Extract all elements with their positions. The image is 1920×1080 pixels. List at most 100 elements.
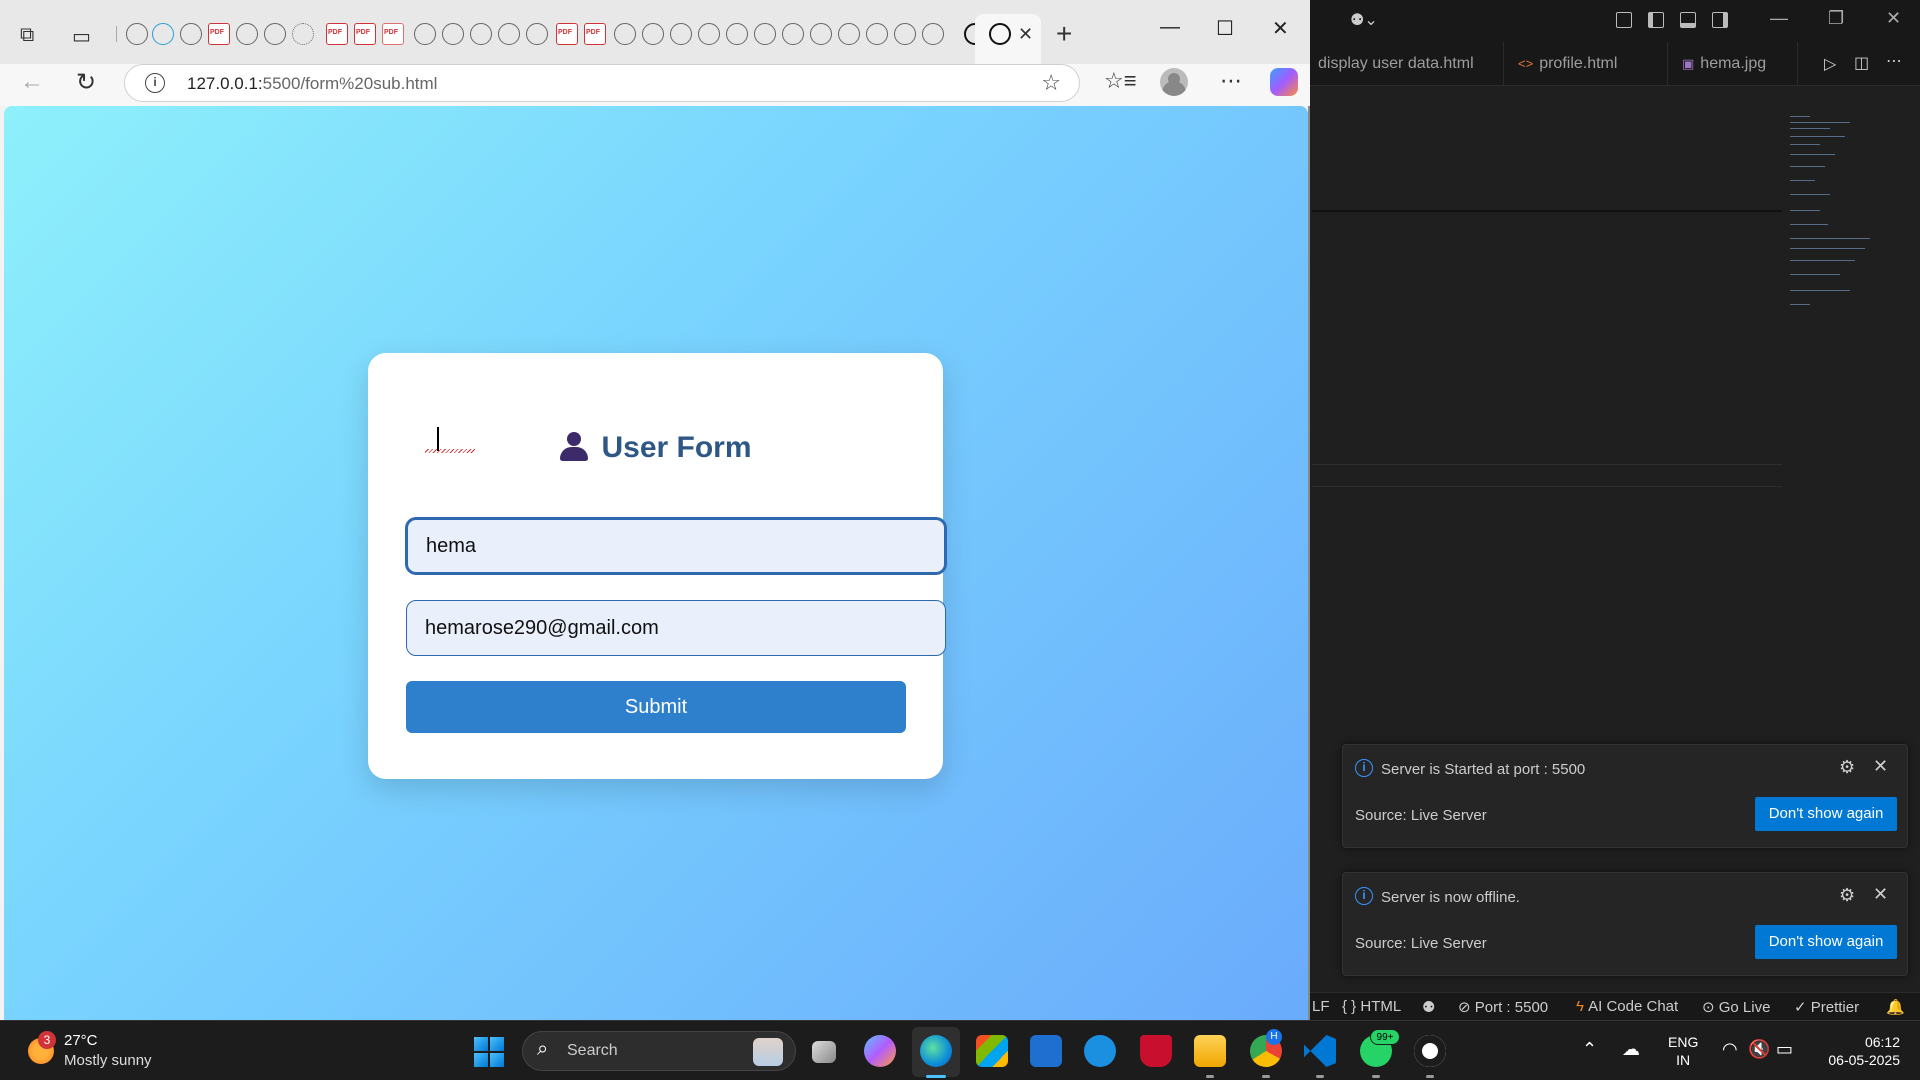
vscode-icon[interactable]: [1304, 1035, 1336, 1067]
taskbar: 3 27°C Mostly sunny ⌕ Search H 99+ ⌃ ☁ E…: [0, 1020, 1920, 1080]
github-icon[interactable]: [1414, 1035, 1446, 1067]
globe-icon[interactable]: [838, 23, 860, 45]
globe-icon[interactable]: [526, 23, 548, 45]
help-icon[interactable]: [1084, 1035, 1116, 1067]
pdf-icon[interactable]: [326, 23, 348, 45]
globe-icon[interactable]: [126, 23, 148, 45]
language-indicator[interactable]: ENG IN: [1668, 1033, 1698, 1069]
tab-display-user-data[interactable]: display user data.html: [1304, 42, 1504, 86]
clock[interactable]: 06:12 06-05-2025: [1816, 1033, 1900, 1069]
close-window-icon[interactable]: ✕: [1272, 16, 1289, 41]
email-input[interactable]: [406, 600, 946, 656]
pdf-icon[interactable]: [584, 23, 606, 45]
ai-code-chat[interactable]: ϟ AI Code Chat: [1576, 998, 1678, 1015]
speaker-muted-icon[interactable]: 🔇: [1748, 1039, 1770, 1060]
prettier-status[interactable]: ✓ Prettier: [1794, 998, 1859, 1016]
favorite-star-icon[interactable]: ☆: [1041, 70, 1061, 96]
pdf-icon[interactable]: [354, 23, 376, 45]
globe-icon[interactable]: [754, 23, 776, 45]
settings-tab-icon[interactable]: [292, 23, 314, 45]
vscode-minimize-icon[interactable]: —: [1770, 8, 1788, 29]
customize-layout-icon[interactable]: [1616, 12, 1632, 28]
globe-icon[interactable]: [782, 23, 804, 45]
globe-icon[interactable]: [442, 23, 464, 45]
line-ending[interactable]: LF: [1312, 998, 1330, 1015]
close-icon[interactable]: ✕: [1873, 884, 1888, 905]
weather-condition[interactable]: Mostly sunny: [64, 1052, 152, 1069]
minimize-icon[interactable]: —: [1160, 16, 1180, 39]
globe-icon[interactable]: [726, 23, 748, 45]
vscode-close-icon[interactable]: ✕: [1886, 8, 1901, 29]
maximize-icon[interactable]: ☐: [1216, 16, 1234, 41]
copilot-icon[interactable]: ⚉⌄: [1350, 10, 1378, 30]
globe-icon[interactable]: [642, 23, 664, 45]
gear-icon[interactable]: ⚙: [1839, 757, 1855, 778]
globe-icon[interactable]: [614, 23, 636, 45]
onedrive-cloud-icon[interactable]: ☁: [1622, 1039, 1640, 1060]
microsoft-store-icon[interactable]: [976, 1035, 1008, 1067]
globe-icon[interactable]: [236, 23, 258, 45]
battery-icon[interactable]: ▭: [1776, 1039, 1793, 1060]
profile-avatar[interactable]: [1160, 68, 1188, 96]
go-live-button[interactable]: ⊙ Go Live: [1702, 998, 1770, 1016]
submit-button[interactable]: Submit: [406, 681, 906, 733]
name-input[interactable]: [406, 518, 946, 574]
edge-tab-icon[interactable]: [152, 23, 174, 45]
globe-icon[interactable]: [866, 23, 888, 45]
copilot-status-icon[interactable]: ⚉: [1422, 998, 1435, 1016]
refresh-icon[interactable]: ↻: [76, 68, 96, 97]
globe-icon[interactable]: [922, 23, 944, 45]
pdf-icon[interactable]: [382, 23, 404, 45]
globe-icon[interactable]: [698, 23, 720, 45]
back-icon[interactable]: ←: [20, 68, 44, 96]
run-icon[interactable]: ▷: [1824, 54, 1836, 74]
globe-icon[interactable]: [264, 23, 286, 45]
weather-temperature[interactable]: 27°C: [64, 1032, 98, 1049]
globe-icon[interactable]: [414, 23, 436, 45]
task-view-icon[interactable]: [812, 1041, 836, 1063]
gear-icon[interactable]: ⚙: [1839, 885, 1855, 906]
copilot-app-icon[interactable]: [864, 1035, 896, 1067]
close-icon[interactable]: ✕: [1873, 756, 1888, 777]
more-menu-icon[interactable]: ⋯: [1220, 68, 1242, 94]
favorites-icon[interactable]: ☆≡: [1104, 68, 1137, 94]
more-actions-icon[interactable]: ⋯: [1886, 51, 1902, 71]
file-explorer-icon[interactable]: [1194, 1035, 1226, 1067]
globe-icon[interactable]: [810, 23, 832, 45]
edge-icon[interactable]: [920, 1035, 952, 1067]
copilot-icon[interactable]: [1270, 68, 1298, 96]
language-mode[interactable]: { } HTML: [1342, 998, 1401, 1015]
tab-actions-icon[interactable]: ▭: [72, 24, 91, 49]
pdf-icon[interactable]: [556, 23, 578, 45]
editor-area[interactable]: i Server is Started at port : 5500 ⚙ ✕ S…: [1310, 86, 1920, 1016]
tab-profile[interactable]: <> profile.html: [1504, 42, 1668, 86]
taskbar-search[interactable]: ⌕ Search: [522, 1031, 796, 1071]
globe-icon[interactable]: [894, 23, 916, 45]
live-server-port[interactable]: ⊘ Port : 5500: [1458, 998, 1548, 1016]
globe-icon[interactable]: [670, 23, 692, 45]
vscode-restore-icon[interactable]: ❐: [1828, 8, 1844, 29]
site-info-icon[interactable]: i: [145, 73, 165, 93]
globe-icon[interactable]: [180, 23, 202, 45]
toggle-sidebar-icon[interactable]: [1648, 12, 1664, 28]
mcafee-icon[interactable]: [1140, 1035, 1172, 1067]
workspaces-icon[interactable]: ⧉: [20, 24, 34, 47]
toggle-secondary-sidebar-icon[interactable]: [1712, 12, 1728, 28]
close-tab-icon[interactable]: ✕: [1018, 24, 1033, 45]
minimap[interactable]: [1790, 114, 1880, 314]
new-tab-icon[interactable]: +: [1056, 18, 1072, 50]
globe-icon[interactable]: [470, 23, 492, 45]
toggle-panel-icon[interactable]: [1680, 12, 1696, 28]
start-button[interactable]: [474, 1037, 504, 1067]
tab-hema-jpg[interactable]: ▣ hema.jpg: [1668, 42, 1798, 86]
dont-show-again-button[interactable]: Don't show again: [1755, 925, 1897, 959]
notifications-bell-icon[interactable]: 🔔: [1886, 998, 1905, 1016]
pdf-icon[interactable]: [208, 23, 230, 45]
globe-icon[interactable]: [498, 23, 520, 45]
my-hp-icon[interactable]: [1030, 1035, 1062, 1067]
dont-show-again-button[interactable]: Don't show again: [1755, 797, 1897, 831]
split-editor-icon[interactable]: ◫: [1854, 53, 1869, 73]
chevron-up-icon[interactable]: ⌃: [1582, 1039, 1597, 1060]
wifi-icon[interactable]: ◠: [1722, 1039, 1738, 1060]
address-bar[interactable]: i 127.0.0.1:5500/form%20sub.html ☆: [124, 64, 1080, 102]
